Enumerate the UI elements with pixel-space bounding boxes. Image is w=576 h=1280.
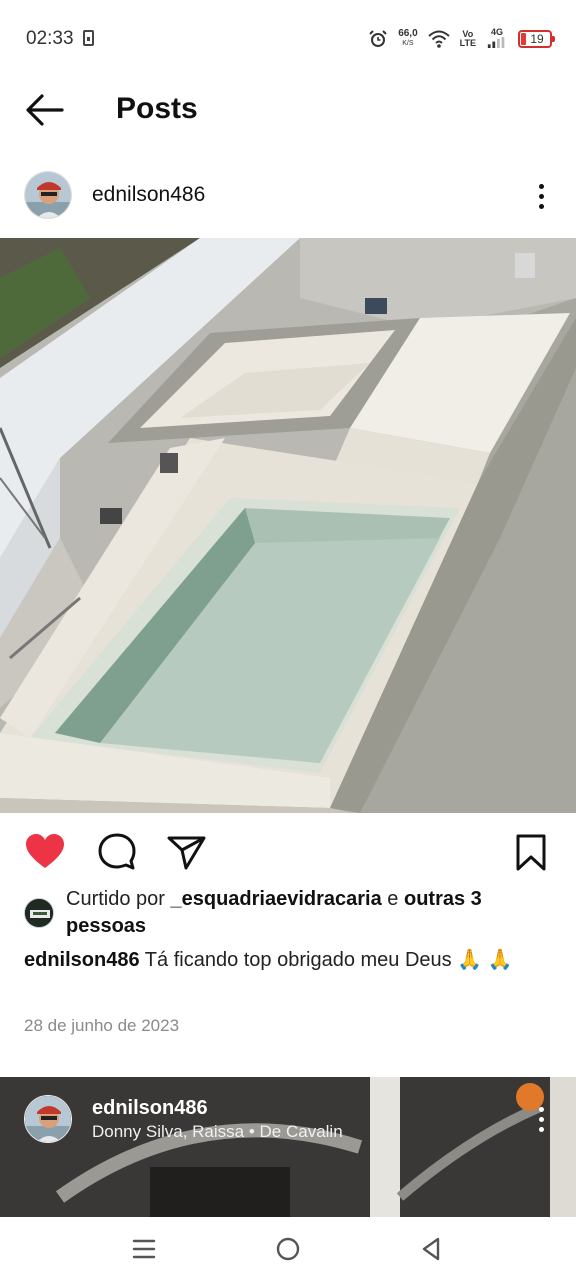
likes-text: Curtido por _esquadriaevidracaria e outr… [66,886,554,940]
comment-bubble-icon[interactable] [96,832,138,872]
signal-bars-icon [487,37,505,48]
net-speed-indicator: 66,0 K/S [398,29,417,49]
alarm-clock-icon [369,30,387,47]
liked-by-user[interactable]: _esquadriaevidracaria [171,888,382,910]
avatar[interactable] [24,171,72,219]
triangle-back-icon[interactable] [416,1233,448,1265]
post-image[interactable] [0,238,576,813]
wifi-icon [427,30,450,48]
next-post-preview[interactable]: ednilson486 Donny Silva, Raissa • De Cav… [0,1077,576,1217]
likes-prefix: Curtido por [66,888,171,910]
avatar [24,898,54,928]
avatar-image [25,1096,71,1142]
net-speed-value: 66,0 [398,28,418,39]
pool-photo [0,238,576,813]
battery-level: 19 [530,32,544,46]
more-vertical-icon[interactable] [530,178,554,214]
next-post-audio[interactable]: Donny Silva, Raissa • De Cavalin [92,1122,343,1142]
more-vertical-icon[interactable] [530,1103,554,1137]
send-paper-plane-icon[interactable] [166,832,208,872]
volte-indicator: Vo LTE [460,30,476,48]
bookmark-icon[interactable] [510,832,552,872]
post-caption: ednilson486 Tá ficando top obrigado meu … [24,945,544,976]
caption-username[interactable]: ednilson486 [24,949,140,971]
system-nav-bar [0,1217,576,1280]
status-bar: 02:33 66,0 K/S Vo LTE 4G 19 [0,0,576,76]
post-actions [0,826,576,878]
arrow-left-icon[interactable] [22,90,68,130]
menu-lines-icon[interactable] [128,1233,160,1265]
post-username[interactable]: ednilson486 [92,183,205,207]
status-time: 02:33 [26,28,74,49]
likes-middle: e [381,888,404,910]
heart-filled-icon[interactable] [24,832,66,872]
likes-summary[interactable]: Curtido por _esquadriaevidracaria e outr… [24,886,554,942]
app-header: Posts [0,76,576,146]
post-header: ednilson486 [0,166,576,228]
network-type: 4G [490,27,503,37]
signal-indicator: 4G [486,28,508,50]
battery-indicator: 19 [518,30,555,48]
next-post-image [0,1077,576,1217]
liker-avatar-image [25,899,53,927]
net-speed-unit: K/S [402,40,414,47]
status-icons: 66,0 K/S Vo LTE 4G 19 [368,26,555,52]
caption-text: Tá ficando top obrigado meu Deus 🙏 🙏 [139,949,513,971]
next-post-username[interactable]: ednilson486 [92,1097,208,1120]
avatar[interactable] [24,1095,72,1143]
post-date: 28 de junho de 2023 [24,1016,180,1035]
sim-notification-icon [83,30,94,46]
volte-bottom: LTE [459,38,476,48]
page-title: Posts [116,92,198,125]
avatar-image [25,172,71,218]
circle-home-icon[interactable] [272,1233,304,1265]
